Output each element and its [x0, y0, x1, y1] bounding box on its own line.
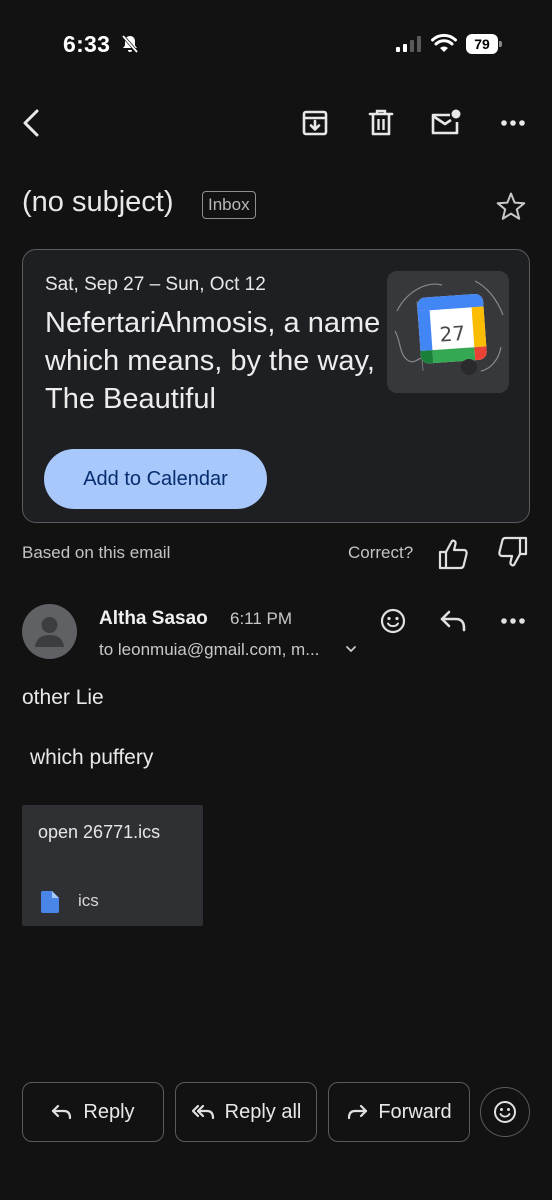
sender-avatar[interactable]: [22, 604, 77, 659]
more-horizontal-icon: [501, 120, 525, 126]
correct-question: Correct?: [348, 543, 414, 562]
recipients-line[interactable]: to leonmuia@gmail.com, m...: [99, 640, 319, 660]
reply-all-button[interactable]: Reply all: [175, 1082, 317, 1142]
calendar-app-icon: 27: [394, 280, 504, 375]
label-badge[interactable]: Inbox: [202, 191, 256, 219]
status-time: 6:33: [63, 31, 111, 57]
reply-label: Reply: [83, 1100, 135, 1123]
more-options-button[interactable]: [491, 100, 535, 146]
attachment-card[interactable]: open 26771.ics ics: [22, 805, 203, 926]
mark-unread-button[interactable]: [424, 100, 468, 146]
reply-icon[interactable]: [436, 604, 470, 638]
archive-icon: [302, 110, 328, 136]
emoji-icon: [494, 1101, 516, 1123]
delete-button[interactable]: [359, 100, 403, 146]
star-icon[interactable]: [494, 190, 528, 224]
reply-button[interactable]: Reply: [22, 1082, 164, 1142]
trash-icon: [368, 109, 394, 136]
archive-button[interactable]: [293, 100, 337, 146]
event-date-range: Sat, Sep 27 – Sun, Oct 12: [45, 274, 266, 295]
reply-icon: [52, 1104, 72, 1120]
thumbs-down-icon[interactable]: [497, 535, 529, 569]
forward-label: Forward: [378, 1100, 452, 1123]
bell-muted-icon: [121, 34, 139, 54]
sender-name[interactable]: Altha Sasao: [99, 608, 208, 630]
wifi-icon: [431, 33, 457, 52]
battery-level: 79: [474, 36, 490, 52]
email-subject: (no subject): [22, 186, 174, 218]
emoji-reaction-button[interactable]: [480, 1087, 530, 1137]
back-arrow-icon: [23, 109, 39, 137]
reply-all-label: Reply all: [224, 1100, 302, 1123]
mark-unread-icon: [431, 109, 461, 135]
top-toolbar: [0, 100, 552, 150]
document-icon: [41, 891, 59, 913]
back-button[interactable]: [9, 100, 53, 146]
forward-button[interactable]: Forward: [328, 1082, 470, 1142]
add-to-calendar-button[interactable]: Add to Calendar: [44, 449, 267, 509]
attachment-name: open 26771.ics: [38, 822, 161, 842]
calendar-thumbnail: 27: [387, 271, 509, 393]
attachment-type: ics: [78, 891, 99, 910]
reply-all-icon: [191, 1104, 214, 1120]
email-body-line: other Lie: [22, 686, 104, 709]
more-horizontal-icon[interactable]: [496, 604, 530, 638]
sender-time: 6:11 PM: [230, 609, 293, 628]
chevron-down-icon[interactable]: [345, 644, 357, 654]
status-bar: 6:33 79: [0, 0, 552, 90]
thumbs-up-icon[interactable]: [437, 537, 469, 571]
event-title: NefertariAhmosis, a name which means, by…: [45, 307, 381, 415]
email-body-line: which puffery: [30, 746, 154, 769]
battery-icon: 79: [466, 34, 502, 54]
emoji-reaction-icon[interactable]: [376, 604, 410, 638]
person-icon: [35, 617, 64, 647]
calendar-day-number: 27: [439, 321, 466, 347]
based-on-text: Based on this email: [22, 543, 171, 562]
signal-icon: [396, 36, 421, 52]
event-card: Sat, Sep 27 – Sun, Oct 12 NefertariAhmos…: [22, 249, 530, 523]
forward-icon: [348, 1104, 368, 1120]
